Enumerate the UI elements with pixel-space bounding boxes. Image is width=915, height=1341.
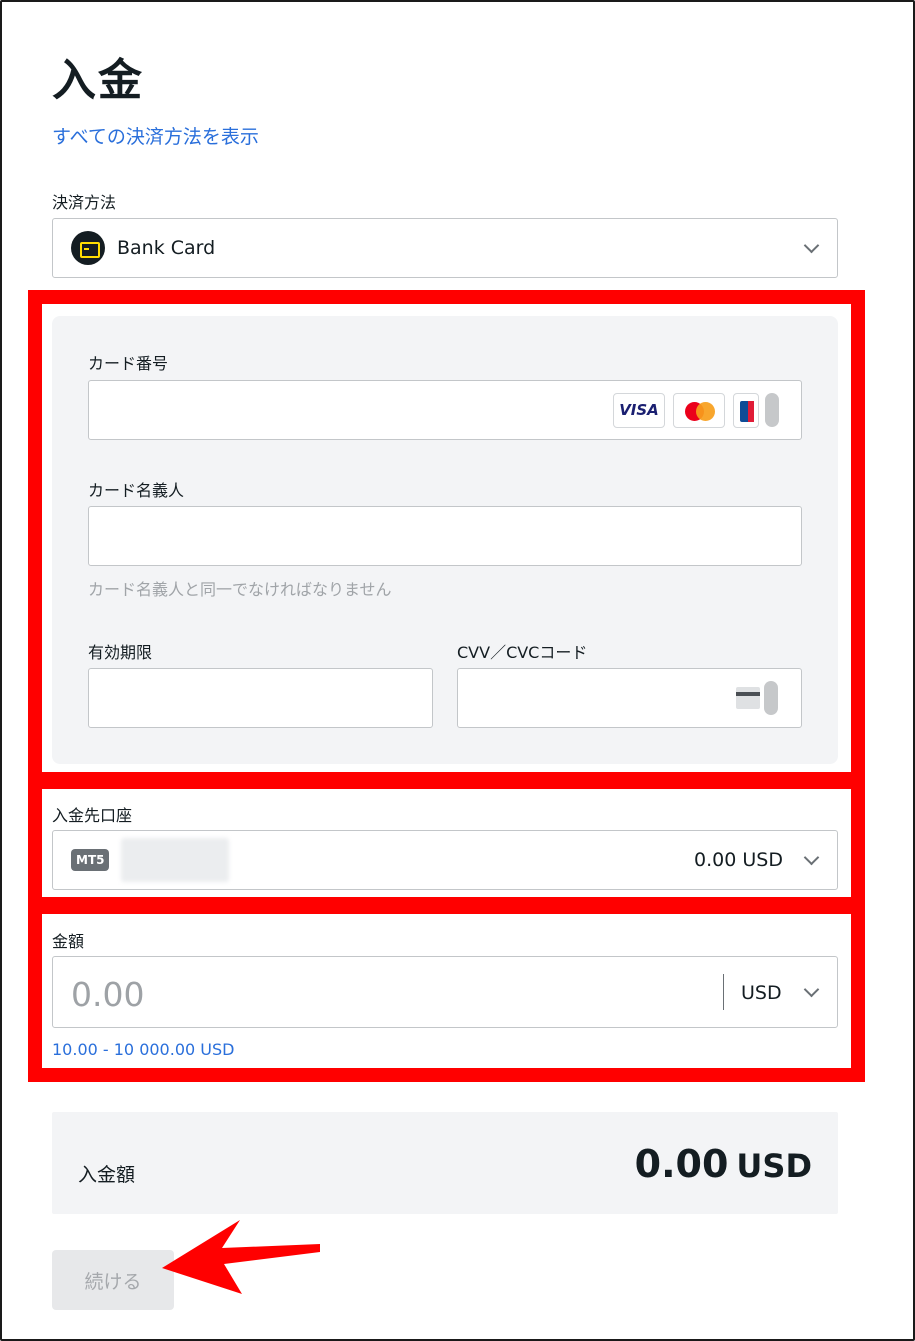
chevron-down-icon <box>803 237 820 254</box>
summary-value: 0.00 USD <box>634 1142 812 1186</box>
red-arrow-icon <box>162 1220 320 1294</box>
payment-method-value: Bank Card <box>117 237 216 259</box>
highlight-amount <box>28 900 865 1082</box>
all-payment-methods-link[interactable]: すべての決済方法を表示 <box>52 122 259 149</box>
highlight-account <box>28 775 865 911</box>
deposit-summary: 入金額 0.00 USD <box>52 1112 838 1214</box>
bank-card-icon <box>71 231 105 265</box>
page-title: 入金 <box>52 55 144 106</box>
payment-method-select[interactable]: Bank Card <box>52 218 838 278</box>
continue-button[interactable]: 続ける <box>52 1250 174 1310</box>
summary-label: 入金額 <box>78 1164 136 1186</box>
payment-method-label: 決済方法 <box>52 193 117 212</box>
highlight-card-details <box>28 290 865 786</box>
